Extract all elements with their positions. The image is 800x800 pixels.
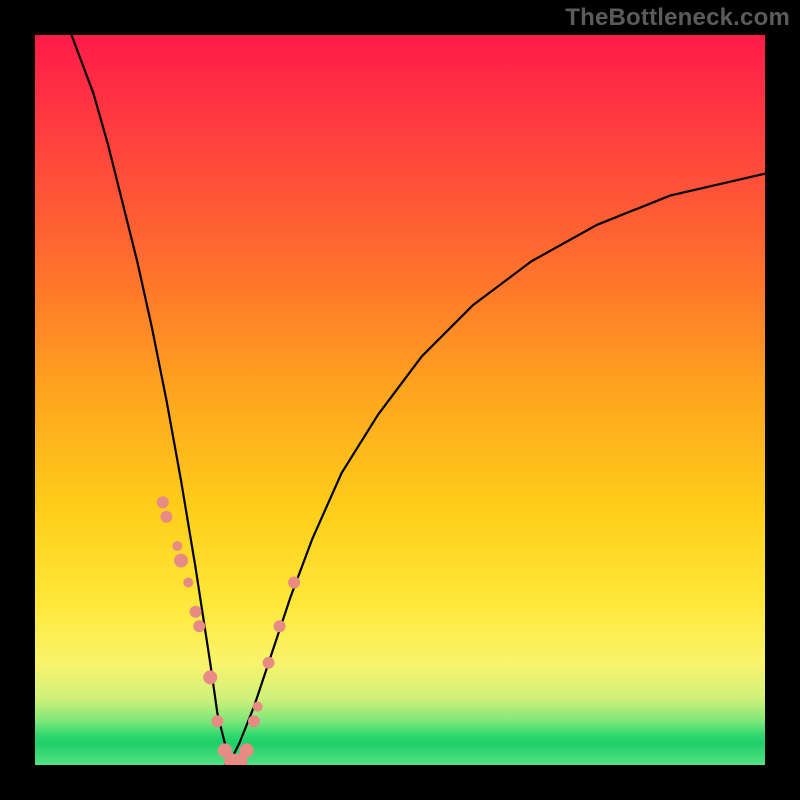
highlight-dot (190, 606, 202, 618)
highlight-dot (212, 715, 224, 727)
highlight-dot (288, 577, 300, 589)
highlight-dot (172, 541, 182, 551)
highlight-dot (263, 657, 275, 669)
highlight-dot (248, 715, 260, 727)
highlight-dot (157, 496, 169, 508)
chart-svg (35, 35, 765, 765)
highlight-dot (193, 620, 205, 632)
right-curve (225, 174, 765, 765)
highlight-dot (183, 578, 193, 588)
highlight-dot (160, 511, 172, 523)
left-curve (72, 35, 240, 765)
highlight-dot (253, 702, 263, 712)
plot-area (35, 35, 765, 765)
highlight-dot (240, 743, 254, 757)
highlight-dot (174, 554, 188, 568)
highlight-dot (203, 670, 217, 684)
chart-frame: TheBottleneck.com (0, 0, 800, 800)
watermark-text: TheBottleneck.com (565, 4, 790, 32)
highlight-dot (274, 620, 286, 632)
